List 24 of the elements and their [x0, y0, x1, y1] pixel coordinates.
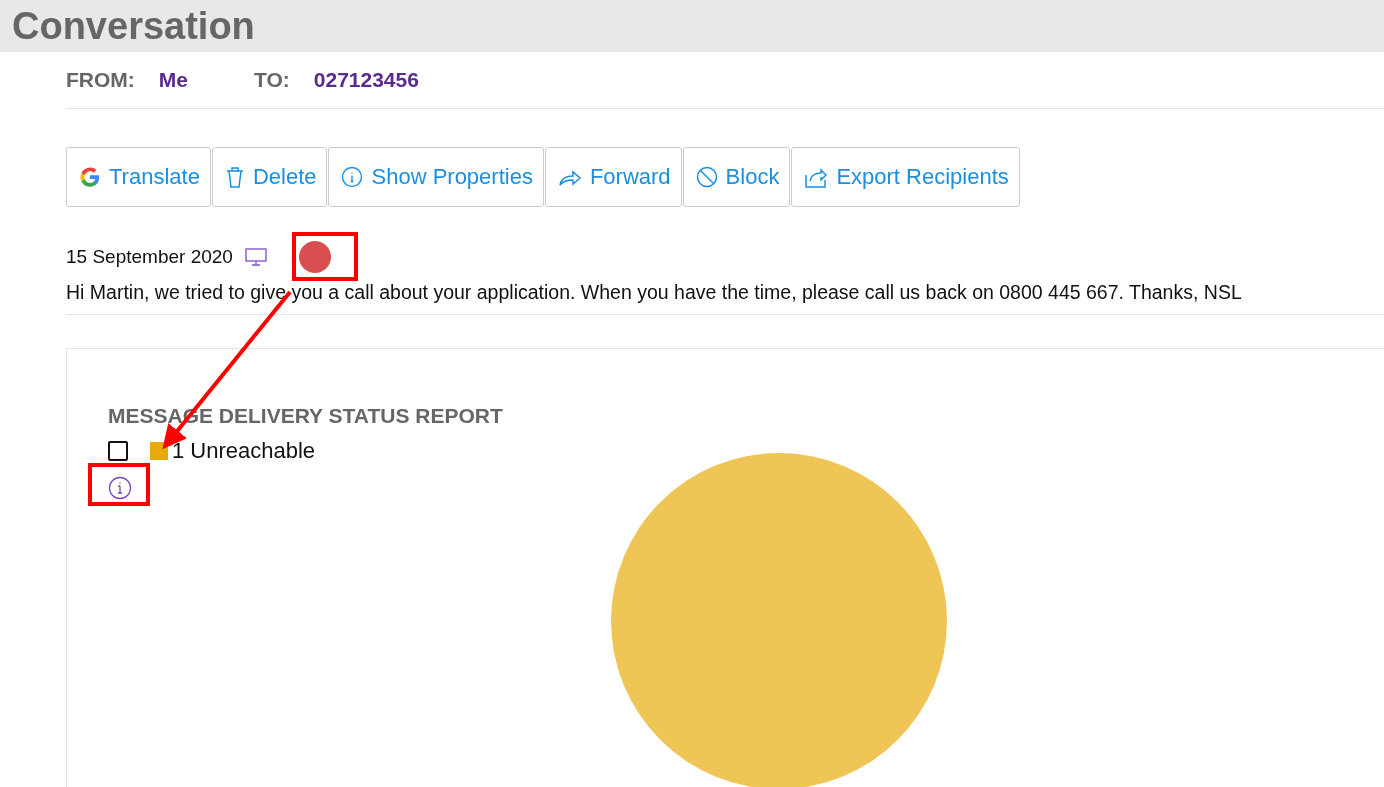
highlight-box	[292, 232, 358, 281]
monitor-icon	[244, 247, 267, 267]
toolbar-button[interactable]: Translate	[66, 147, 211, 207]
info-icon	[341, 166, 364, 188]
toolbar-button[interactable]: Export Recipients	[791, 147, 1020, 207]
highlight-box	[88, 463, 150, 506]
from-label: FROM:	[66, 68, 135, 92]
legend-checkbox[interactable]	[108, 441, 128, 461]
toolbar-button[interactable]: Show Properties	[328, 147, 544, 207]
toolbar-button[interactable]: Delete	[211, 147, 328, 207]
export-icon	[804, 166, 829, 188]
toolbar-button[interactable]: Block	[682, 147, 791, 207]
page-title: Conversation	[12, 4, 255, 48]
sender: Me	[158, 68, 188, 92]
legend-label: 1 Unreachable	[172, 438, 316, 464]
trash-icon	[224, 165, 245, 189]
message-date: 15 September 2020	[66, 246, 233, 268]
block-icon	[695, 166, 718, 188]
info-icon[interactable]	[108, 476, 132, 500]
recipient: 027123456	[313, 68, 419, 92]
toolbar-button[interactable]: Forward	[544, 147, 682, 207]
message-text: Hi Martin, we tried to give you a call about your application. When you have the time, please call us back on 0800 445 667. Thanks, NSL	[66, 273, 1384, 315]
g-logo-icon	[79, 166, 101, 188]
to-label: TO:	[254, 68, 290, 92]
